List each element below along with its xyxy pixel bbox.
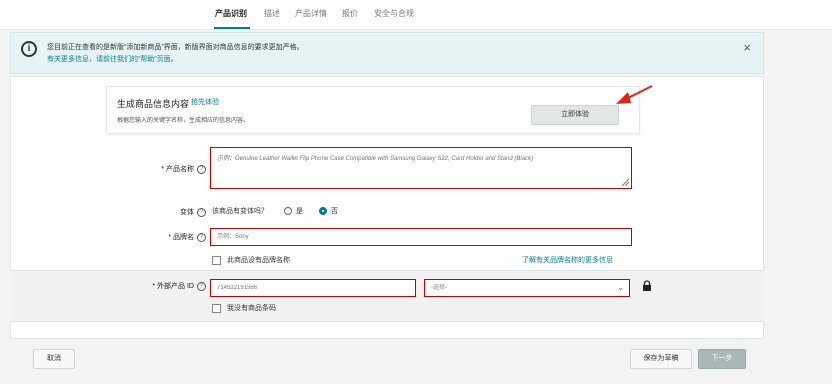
- ai-panel-description: 根据您输入的关键字名称，生成相应的信息内容。: [117, 118, 250, 124]
- help-icon[interactable]: ?: [197, 232, 206, 242]
- banner-help-link[interactable]: 有关更多信息，请前往我们的“帮助”页面。: [47, 54, 178, 64]
- tab-description[interactable]: 描述: [264, 8, 280, 19]
- variant-question: 该商品有变体吗？: [212, 208, 268, 215]
- help-icon[interactable]: ?: [197, 164, 206, 174]
- variant-label: 变体?: [120, 207, 206, 217]
- external-id-label: * 外部产品 ID?: [120, 281, 206, 291]
- chevron-down-icon: ⌄: [617, 283, 624, 292]
- variant-radio-group: 该商品有变体吗？ 是 否: [212, 206, 338, 216]
- brand-label: * 品牌名?: [120, 232, 206, 242]
- cancel-button[interactable]: 取消: [33, 349, 75, 369]
- no-brand-row: 此商品没有品牌名称: [212, 255, 290, 265]
- no-brand-checkbox[interactable]: [212, 255, 221, 265]
- variant-yes-radio[interactable]: [283, 207, 292, 216]
- no-barcode-checkbox[interactable]: [212, 303, 221, 313]
- next-button[interactable]: 下一步: [698, 349, 746, 369]
- variant-yes-label: 是: [295, 208, 303, 215]
- variant-no-radio[interactable]: [318, 207, 327, 216]
- brand-info-link[interactable]: 了解有关品牌名称的更多信息: [522, 255, 613, 265]
- ai-panel-title: 生成商品信息内容: [117, 99, 190, 109]
- lock-icon: [643, 280, 651, 291]
- active-tab-indicator: [214, 27, 250, 29]
- resize-handle-icon[interactable]: [620, 177, 630, 187]
- tab-offer[interactable]: 报价: [342, 8, 358, 19]
- product-name-input[interactable]: [210, 147, 632, 189]
- early-access-link[interactable]: 抢先体验: [191, 97, 219, 107]
- ai-generate-panel: 生成商品信息内容 抢先体验 根据您输入的关键字名称，生成相应的信息内容。 立即体…: [106, 86, 640, 134]
- tab-product-details[interactable]: 产品详情: [295, 8, 327, 19]
- external-id-input[interactable]: [210, 279, 416, 297]
- no-barcode-row: 我没有商品条码: [212, 303, 276, 313]
- info-icon: i: [21, 41, 37, 57]
- id-type-selected: -选择-: [431, 285, 447, 291]
- info-banner: i 您目前正在查看的是新版“添加新商品”界面，新版界面对商品信息的要求更加严格。…: [10, 32, 764, 74]
- save-draft-button[interactable]: 保存为草稿: [630, 349, 692, 369]
- no-brand-label: 此商品没有品牌名称: [227, 257, 290, 264]
- product-name-label: * 产品名称?: [120, 164, 206, 174]
- tab-safety-compliance[interactable]: 安全与合规: [374, 8, 414, 19]
- variant-no-label: 否: [330, 208, 338, 215]
- help-icon[interactable]: ?: [197, 281, 206, 291]
- tab-product-identity[interactable]: 产品识别: [215, 8, 247, 19]
- id-type-select[interactable]: -选择- ⌄: [424, 279, 630, 297]
- brand-input[interactable]: [210, 228, 632, 246]
- banner-message: 您目前正在查看的是新版“添加新商品”界面，新版界面对商品信息的要求更加严格。: [47, 44, 304, 51]
- no-barcode-label: 我没有商品条码: [227, 305, 276, 312]
- close-icon[interactable]: ×: [743, 40, 751, 55]
- help-icon[interactable]: ?: [197, 207, 206, 217]
- red-arrow-icon: [616, 85, 653, 104]
- top-tab-bar: 产品识别 描述 产品详情 报价 安全与合规: [0, 0, 832, 30]
